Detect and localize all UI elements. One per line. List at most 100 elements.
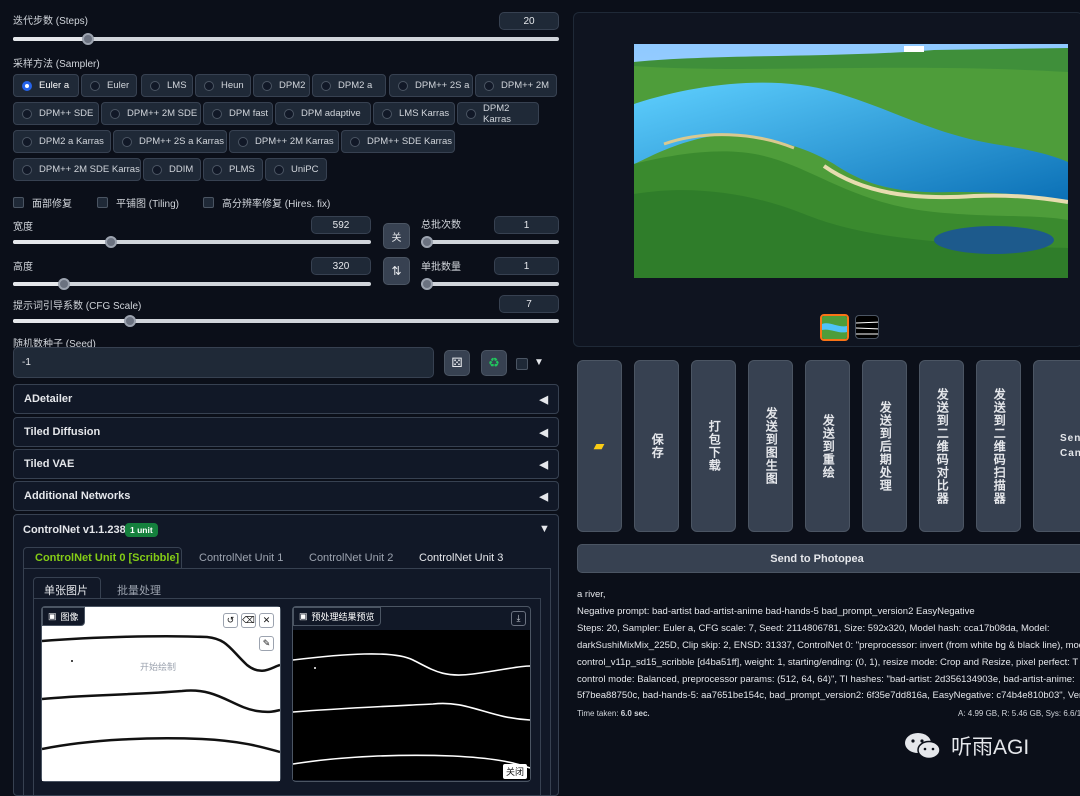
scribble-canvas[interactable] [42, 607, 280, 781]
tab-unit-2[interactable]: ControlNet Unit 2 [309, 552, 393, 564]
send-to-canvas-button[interactable]: SendCanvas [1033, 360, 1080, 532]
radio-icon [382, 108, 392, 119]
hires-fix-checkbox[interactable]: 高分辨率修复 (Hires. fix) [203, 195, 330, 210]
canvas-hint: 开始绘制 [140, 662, 177, 672]
radio-icon [274, 164, 284, 175]
accordion-adetailer[interactable]: ADetailer ◀ [13, 384, 559, 414]
steps-input[interactable]: 20 [499, 12, 559, 30]
time-taken: Time taken: 6.0 sec. [577, 709, 650, 718]
height-label: 高度 [13, 262, 33, 273]
recycle-icon[interactable]: ♻ [481, 350, 507, 376]
sampler-option[interactable]: DPM2 [253, 74, 310, 97]
restore-faces-checkbox[interactable]: 面部修复 [13, 195, 72, 210]
folder-icon: ▰ [594, 438, 605, 454]
undo-icon[interactable]: ↺ [223, 613, 238, 628]
extra-seed-checkbox[interactable] [516, 358, 528, 370]
sampler-option-label: DDIM [169, 164, 194, 175]
sampler-option[interactable]: DPM++ 2S a Karras [113, 130, 227, 153]
sampler-option[interactable]: DDIM [143, 158, 201, 181]
sampler-option[interactable]: Euler a [13, 74, 79, 97]
dice-icon[interactable]: ⚄ [444, 350, 470, 376]
radio-icon [350, 136, 360, 147]
output-params-1: Steps: 20, Sampler: Euler a, CFG scale: … [577, 623, 1050, 634]
accordion-additional-networks[interactable]: Additional Networks ◀ [13, 481, 559, 511]
sampler-option[interactable]: DPM++ 2M SDE [101, 102, 201, 125]
thumbnail-control-map[interactable] [855, 315, 879, 339]
sampler-option-label: DPM2 [279, 80, 306, 91]
subtab-batch[interactable]: 批量处理 [117, 582, 161, 598]
batch-count-input[interactable]: 1 [494, 216, 559, 234]
unit-count-badge: 1 unit [125, 523, 158, 537]
triangle-down-icon[interactable]: ▼ [539, 523, 550, 535]
sampler-option[interactable]: LMS Karras [373, 102, 455, 125]
tab-unit-3[interactable]: ControlNet Unit 3 [419, 552, 503, 564]
tiling-checkbox[interactable]: 平铺图 (Tiling) [97, 195, 179, 210]
radio-icon [262, 80, 272, 91]
sampler-option[interactable]: DPM fast [203, 102, 273, 125]
output-params-4: control mode: Balanced, preprocessor par… [577, 674, 1075, 685]
radio-icon [321, 80, 331, 91]
image-panel-header: ▣ 图像 [42, 607, 85, 626]
eraser-icon[interactable]: ⌫ [241, 613, 256, 628]
sampler-option[interactable]: DPM2 a [312, 74, 386, 97]
sampler-option[interactable]: DPM++ 2M SDE Karras [13, 158, 141, 181]
send-to-qr-compare-button[interactable]: 发送到二维码对比器 [919, 360, 964, 532]
download-icon[interactable]: ⤓ [511, 611, 526, 626]
sampler-option-label: DPM adaptive [301, 108, 361, 119]
send-to-inpaint-button[interactable]: 发送到重绘 [805, 360, 850, 532]
sampler-option[interactable]: DPM2 Karras [457, 102, 539, 125]
clear-icon[interactable]: ✕ [259, 613, 274, 628]
open-folder-button[interactable]: ▰ [577, 360, 622, 532]
tab-unit-0[interactable]: ControlNet Unit 0 [Scribble] [35, 552, 179, 564]
steps-slider[interactable] [13, 33, 559, 45]
generated-image[interactable] [634, 44, 1068, 278]
triangle-down-icon[interactable]: ▼ [534, 357, 544, 368]
sampler-option[interactable]: UniPC [265, 158, 327, 181]
sampler-option-label: DPM fast [229, 108, 269, 119]
send-to-img2img-button[interactable]: 发送到图生图 [748, 360, 793, 532]
sampler-option[interactable]: DPM++ SDE [13, 102, 99, 125]
batch-size-slider[interactable] [421, 278, 559, 290]
brush-icon[interactable]: ✎ [259, 636, 274, 651]
sampler-option[interactable]: PLMS [203, 158, 263, 181]
zip-download-button[interactable]: 打包下载 [691, 360, 736, 532]
save-button[interactable]: 保存 [634, 360, 679, 532]
accordion-tiled-vae[interactable]: Tiled VAE ◀ [13, 449, 559, 479]
subtab-single-image[interactable]: 单张图片 [44, 582, 88, 598]
thumbnail-selected[interactable] [820, 314, 849, 341]
sampler-option[interactable]: DPM2 a Karras [13, 130, 111, 153]
accordion-tiled-diffusion[interactable]: Tiled Diffusion ◀ [13, 417, 559, 447]
batch-size-input[interactable]: 1 [494, 257, 559, 275]
sampler-option[interactable]: Euler [81, 74, 137, 97]
radio-icon [212, 164, 222, 175]
width-input[interactable]: 592 [311, 216, 371, 234]
send-to-extras-button[interactable]: 发送到后期处理 [862, 360, 907, 532]
send-to-photopea-button[interactable]: Send to Photopea [577, 544, 1080, 573]
radio-icon [22, 136, 32, 147]
sampler-option-label: Euler [107, 80, 130, 91]
sampler-option[interactable]: Heun [195, 74, 251, 97]
send-to-qr-scan-button[interactable]: 发送到二维码扫描器 [976, 360, 1021, 532]
triangle-left-icon: ◀ [539, 393, 548, 406]
height-slider[interactable] [13, 278, 371, 290]
cfg-input[interactable]: 7 [499, 295, 559, 313]
seed-input[interactable]: -1 [13, 347, 434, 378]
sampler-option[interactable]: DPM++ 2M [475, 74, 557, 97]
width-slider[interactable] [13, 236, 371, 248]
swap-dimensions-icon[interactable]: ⇅ [383, 257, 410, 285]
cfg-slider[interactable] [13, 315, 559, 327]
radio-icon [466, 108, 476, 119]
batch-count-label: 总批次数 [421, 220, 461, 231]
sampler-option[interactable]: DPM++ SDE Karras [341, 130, 455, 153]
sampler-option[interactable]: DPM++ 2M Karras [229, 130, 339, 153]
batch-count-slider[interactable] [421, 236, 559, 248]
sampler-option[interactable]: DPM adaptive [275, 102, 371, 125]
sampler-option[interactable]: LMS [141, 74, 193, 97]
height-input[interactable]: 320 [311, 257, 371, 275]
close-preview-button[interactable]: 关闭 [503, 764, 528, 779]
radio-icon [22, 108, 32, 119]
tab-unit-1[interactable]: ControlNet Unit 1 [199, 552, 283, 564]
sampler-option[interactable]: DPM++ 2S a [389, 74, 473, 97]
close-icon[interactable]: 关 [383, 223, 410, 249]
sampler-option-label: LMS [167, 80, 187, 91]
